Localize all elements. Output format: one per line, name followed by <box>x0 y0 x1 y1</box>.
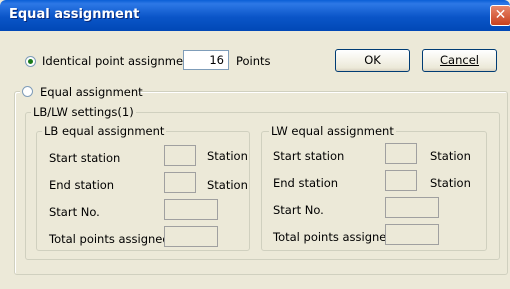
lw-total-points-input[interactable] <box>385 224 439 245</box>
identical-assignment-label: Identical point assignment <box>42 54 195 68</box>
equal-assignment-radio[interactable] <box>22 86 33 97</box>
ok-button[interactable]: OK <box>335 49 410 72</box>
points-unit-label: Points <box>236 54 271 68</box>
lb-group-label: LB equal assignment <box>42 124 167 138</box>
lb-end-station-input[interactable] <box>164 172 196 193</box>
lw-end-station-label: End station <box>273 176 339 190</box>
lw-total-points-label: Total points assigned <box>273 230 394 244</box>
lw-start-station-label: Start station <box>273 149 345 163</box>
identical-assignment-radio[interactable] <box>25 56 36 67</box>
lb-total-points-input[interactable] <box>164 226 218 247</box>
equal-assignment-dialog: Equal assignment ✕ Identical point assig… <box>0 0 510 289</box>
lw-end-station-unit: Station <box>430 176 471 190</box>
equal-assignment-label: Equal assignment <box>40 85 143 99</box>
lb-total-points-label: Total points assigned <box>49 232 170 246</box>
title-bar: Equal assignment ✕ <box>0 0 510 31</box>
lw-start-station-unit: Station <box>430 149 471 163</box>
lw-start-no-input[interactable] <box>385 197 439 218</box>
cancel-button-label: Cancel <box>440 53 479 67</box>
identical-points-input[interactable]: 16 <box>183 50 229 70</box>
window-title: Equal assignment <box>9 7 140 22</box>
radio-selected-dot <box>28 59 33 64</box>
lblw-settings-label: LB/LW settings(1) <box>31 105 136 119</box>
lw-group-label: LW equal assignment <box>269 124 396 138</box>
lb-end-station-label: End station <box>49 178 115 192</box>
cancel-button[interactable]: Cancel <box>422 49 497 72</box>
lw-start-station-input[interactable] <box>385 143 417 164</box>
lb-start-station-input[interactable] <box>164 145 196 166</box>
lb-start-no-label: Start No. <box>49 205 100 219</box>
lb-end-station-unit: Station <box>207 178 248 192</box>
lb-start-no-input[interactable] <box>164 199 218 220</box>
lw-start-no-label: Start No. <box>273 203 324 217</box>
lb-start-station-unit: Station <box>207 149 248 163</box>
close-icon[interactable]: ✕ <box>490 5 510 26</box>
lw-end-station-input[interactable] <box>385 170 417 191</box>
lb-start-station-label: Start station <box>49 151 121 165</box>
